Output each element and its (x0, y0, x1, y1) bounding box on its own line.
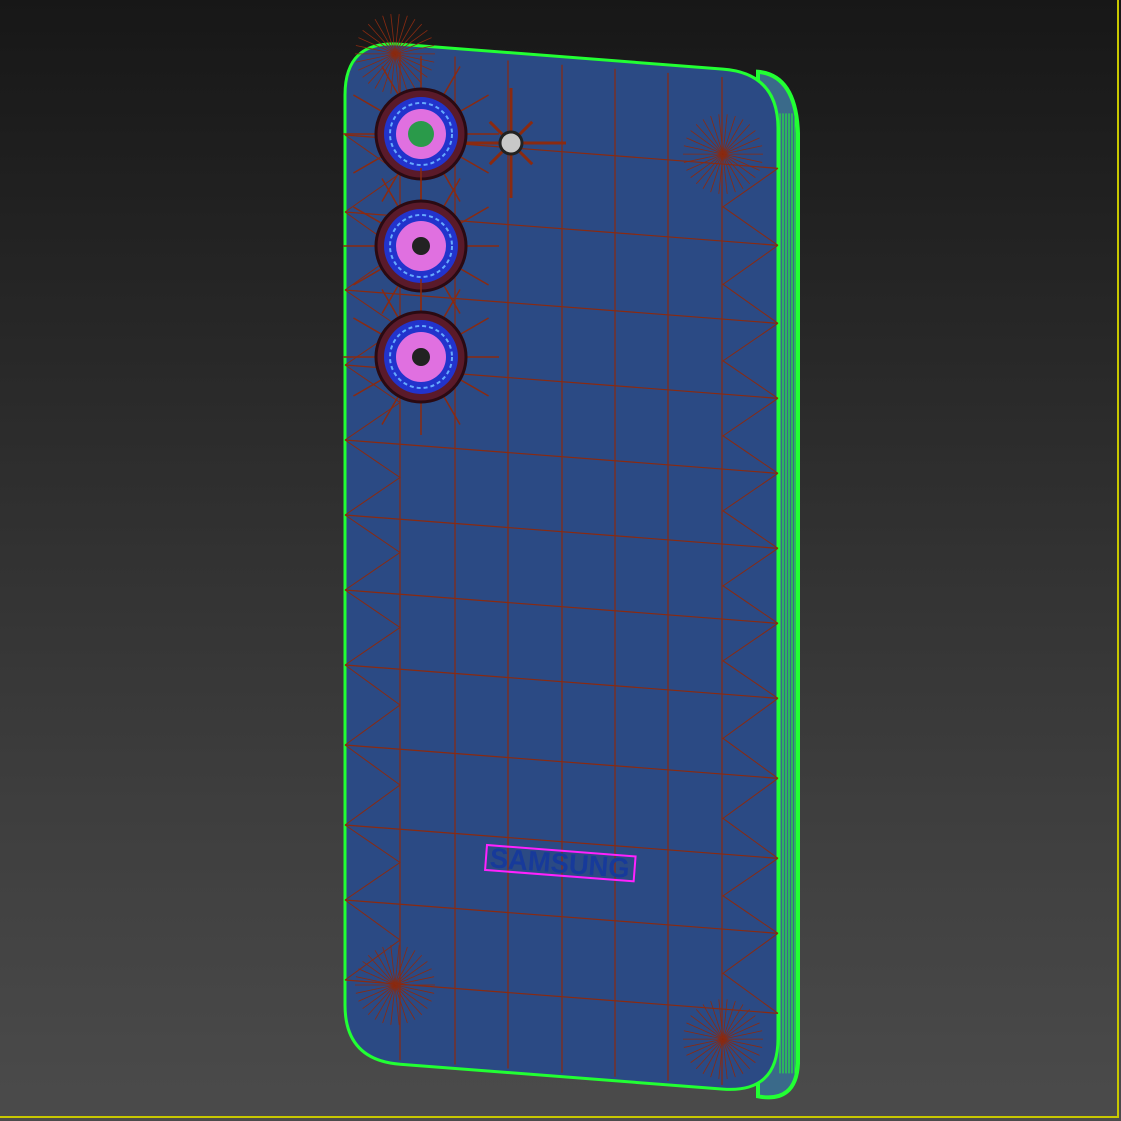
phone-model[interactable]: SAMSUNG (0, 0, 1121, 1121)
flash-icon (498, 130, 524, 156)
3d-viewport[interactable]: SAMSUNG (0, 0, 1121, 1121)
